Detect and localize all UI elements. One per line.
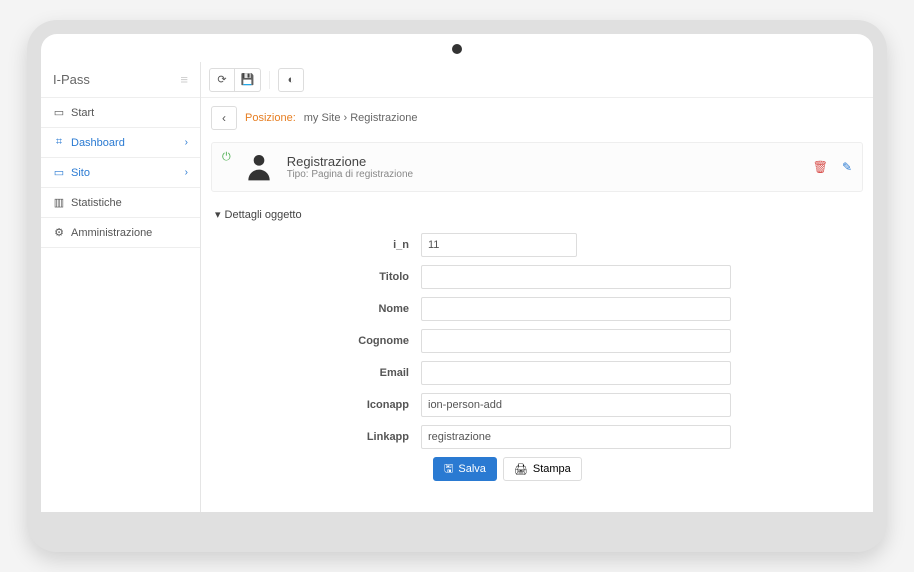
sidebar-item-label: Statistiche (71, 197, 122, 209)
person-icon (243, 151, 275, 183)
delete-icon[interactable]: 🗑 (813, 160, 828, 174)
toolbar-group: ⟳ 💾 (209, 68, 261, 92)
power-icon[interactable]: ⏻ (222, 151, 231, 164)
field-row-titolo: Titolo (211, 265, 863, 289)
input-linkapp[interactable] (421, 425, 731, 449)
panel-subtitle-value: Pagina di registrazione (311, 169, 413, 180)
section-title: Dettagli oggetto (225, 209, 302, 221)
print-icon: 🖨 (514, 463, 528, 476)
input-nome[interactable] (421, 297, 731, 321)
toolbar-separator (269, 71, 270, 89)
field-label: Cognome (211, 335, 421, 347)
panel-header: ⏻ Registrazione Tipo: Pagina di registra… (211, 142, 863, 192)
panel-title: Registrazione (287, 154, 413, 169)
stats-icon: ▥ (53, 196, 65, 209)
field-row-linkapp: Linkapp (211, 425, 863, 449)
input-titolo[interactable] (421, 265, 731, 289)
save-tool-button[interactable]: 💾 (235, 68, 261, 92)
sidebar-item-dashboard[interactable]: ⌗ Dashboard › (41, 128, 200, 158)
form: i_n Titolo Nome Cognome Email (201, 229, 873, 491)
input-email[interactable] (421, 361, 731, 385)
save-button[interactable]: 🖫 Salva (433, 457, 497, 481)
dashboard-icon: ⌗ (53, 136, 65, 149)
breadcrumb: ‹ Posizione: my Site › Registrazione (201, 98, 873, 138)
sidebar-item-start[interactable]: ▭ Start (41, 98, 200, 128)
save-icon: 🖫 (444, 460, 453, 479)
breadcrumb-label: Posizione: (245, 112, 296, 124)
back-button[interactable]: ‹ (211, 106, 237, 130)
field-row-i_n: i_n (211, 233, 863, 257)
field-label: Iconapp (211, 399, 421, 411)
save-button-label: Salva (458, 463, 486, 475)
field-row-iconapp: Iconapp (211, 393, 863, 417)
sidebar-item-sito[interactable]: ▭ Sito › (41, 158, 200, 188)
print-button-label: Stampa (533, 463, 571, 475)
chevron-right-icon: › (185, 137, 188, 148)
menu-toggle-icon[interactable]: ≡ (180, 72, 188, 87)
panel-title-block: Registrazione Tipo: Pagina di registrazi… (287, 154, 413, 180)
chevron-right-icon: › (185, 167, 188, 178)
sidebar: I-Pass ≡ ▭ Start ⌗ Dashboard › ▭ S (41, 62, 201, 512)
sidebar-item-label: Start (71, 107, 94, 119)
sidebar-item-statistiche[interactable]: ▥ Statistiche (41, 188, 200, 218)
site-icon: ▭ (53, 166, 65, 179)
field-row-cognome: Cognome (211, 329, 863, 353)
chevron-down-icon: ▾ (215, 208, 221, 221)
laptop-frame: I-Pass ≡ ▭ Start ⌗ Dashboard › ▭ S (27, 20, 887, 552)
sidebar-item-label: Dashboard (71, 137, 125, 149)
field-label: Titolo (211, 271, 421, 283)
brand-row: I-Pass ≡ (41, 62, 200, 98)
section-toggle[interactable]: ▾ Dettagli oggetto (201, 200, 873, 229)
field-label: i_n (211, 239, 421, 251)
monitor-icon: ▭ (53, 106, 65, 119)
sidebar-item-amministrazione[interactable]: ⚙ Amministrazione (41, 218, 200, 248)
form-buttons: 🖫 Salva 🖨 Stampa (433, 457, 863, 481)
field-label: Nome (211, 303, 421, 315)
toolbar: ⟳ 💾 ◐ (201, 62, 873, 98)
panel-subtitle-prefix: Tipo: (287, 169, 309, 180)
field-label: Email (211, 367, 421, 379)
print-button[interactable]: 🖨 Stampa (503, 457, 582, 481)
edit-icon[interactable]: ✎ (842, 160, 852, 174)
sidebar-item-label: Amministrazione (71, 227, 152, 239)
brand-label: I-Pass (53, 72, 90, 87)
input-cognome[interactable] (421, 329, 731, 353)
panel-subtitle: Tipo: Pagina di registrazione (287, 169, 413, 180)
globe-button[interactable]: ◐ (278, 68, 304, 92)
refresh-button[interactable]: ⟳ (209, 68, 235, 92)
panel-actions: 🗑 ✎ (813, 160, 852, 174)
field-label: Linkapp (211, 431, 421, 443)
field-row-nome: Nome (211, 297, 863, 321)
field-row-email: Email (211, 361, 863, 385)
input-i_n[interactable] (421, 233, 577, 257)
sidebar-item-label: Sito (71, 167, 90, 179)
camera-dot (452, 44, 462, 54)
breadcrumb-path: my Site › Registrazione (304, 112, 418, 124)
main-area: ⟳ 💾 ◐ ‹ Posizione: my Site › Registrazio… (201, 62, 873, 512)
input-iconapp[interactable] (421, 393, 731, 417)
admin-icon: ⚙ (53, 226, 65, 239)
app-screen: I-Pass ≡ ▭ Start ⌗ Dashboard › ▭ S (41, 62, 873, 512)
